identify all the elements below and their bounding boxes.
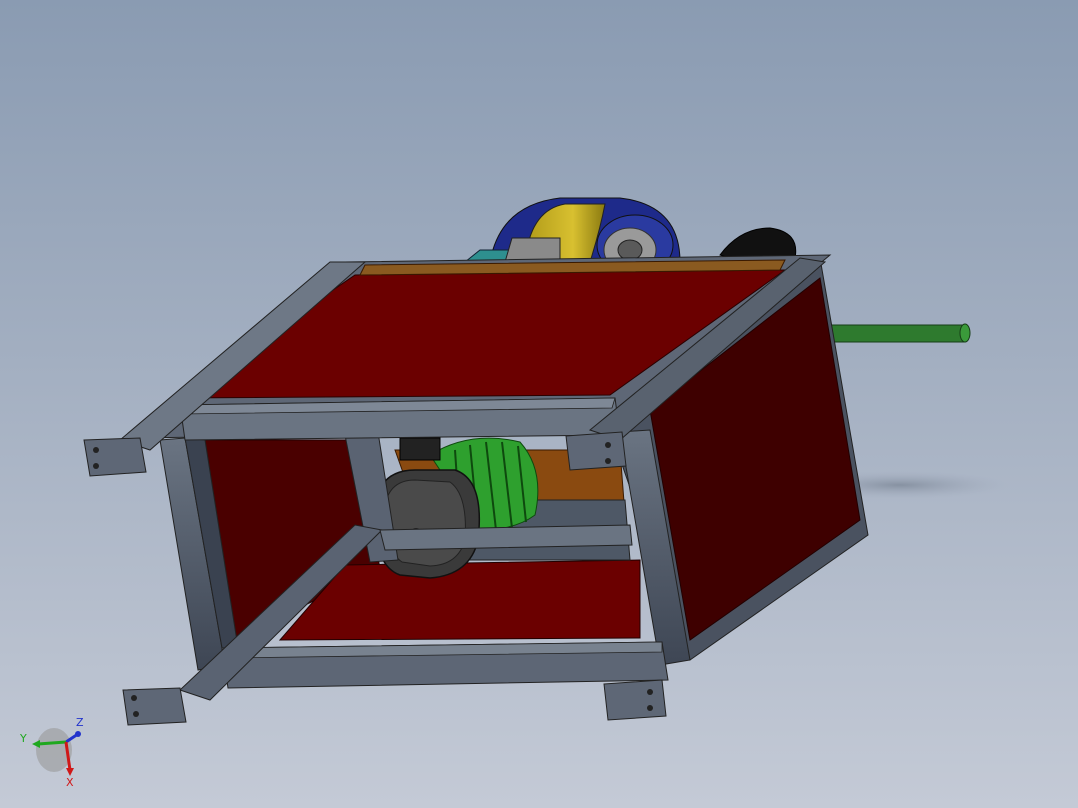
foot-top-right[interactable] [565,431,627,471]
foot-top-left[interactable] [83,437,147,477]
triad-label-x: X [66,776,74,789]
3d-model-view[interactable] [0,0,1078,808]
foot-bottom-right[interactable] [603,679,667,721]
triad-label-z: Z [76,716,84,729]
triad-x-arrowhead [66,768,74,776]
graphics-viewport[interactable]: Z Y X [0,0,1078,808]
foot-bottom-left[interactable] [122,687,187,726]
triad-label-y: Y [19,732,27,745]
triad-y-axis-line [37,740,67,746]
triad-y-arrowhead [32,740,40,748]
frame-bottom-rear-rail[interactable] [379,524,633,551]
frame-bottom-front-rail[interactable] [221,641,669,689]
triad-z-tip [75,731,81,737]
view-orientation-triad[interactable]: Z Y X [14,712,94,792]
output-shaft[interactable] [829,323,971,343]
